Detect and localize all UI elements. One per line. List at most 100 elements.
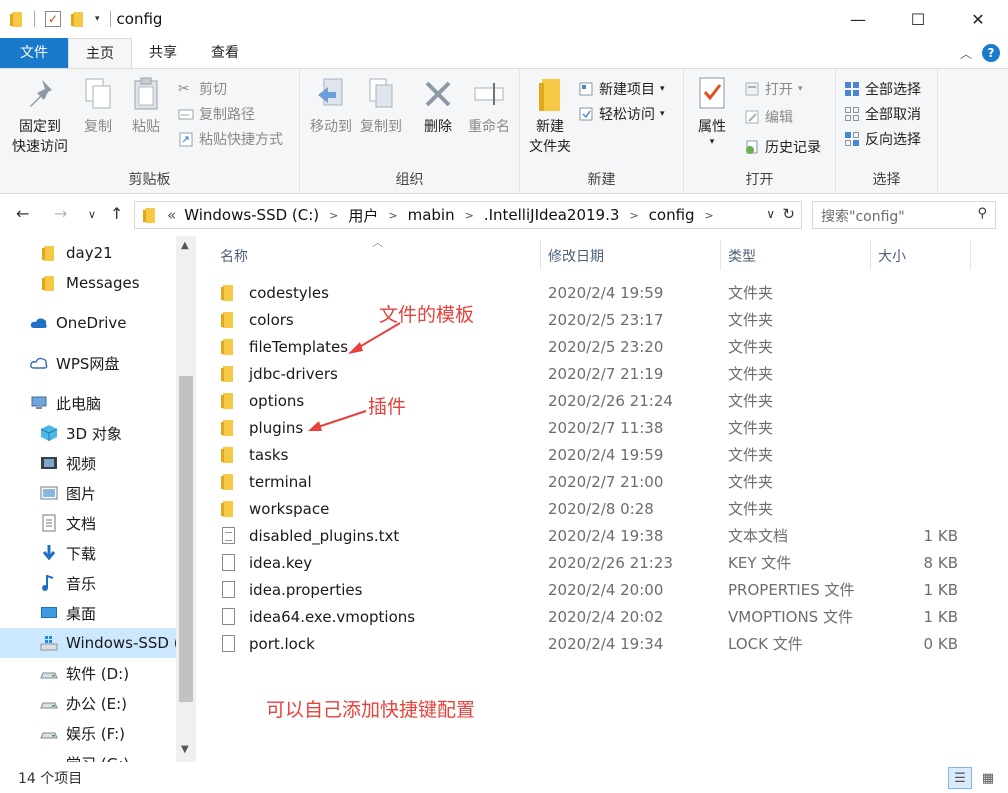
new-item-button[interactable]: 新建项目 ▾ — [578, 77, 665, 101]
sidebar-item[interactable]: 软件 (D:) — [0, 658, 176, 688]
file-row[interactable]: idea.key 2020/2/26 21:23 KEY 文件 8 KB — [220, 549, 980, 576]
sidebar-scrollbar[interactable]: ▲ ▼ — [176, 236, 196, 762]
new-folder-button[interactable]: 新建 文件夹 — [524, 75, 576, 157]
file-row[interactable]: idea64.exe.vmoptions 2020/2/4 20:02 VMOPTI… — [220, 603, 980, 630]
file-row[interactable]: idea.properties 2020/2/4 20:00 PROPERTIES … — [220, 576, 980, 603]
address-bar[interactable]: « Windows-SSD (C:) > 用户 > mabin > .Intel… — [134, 201, 802, 229]
breadcrumb-users[interactable]: 用户 — [348, 205, 378, 226]
edit-button[interactable]: 编辑 — [744, 105, 793, 129]
refresh-icon[interactable]: ↻ — [782, 205, 795, 223]
new-item-dropdown-icon: ▾ — [660, 84, 665, 94]
file-row[interactable]: jdbc-drivers 2020/2/7 21:19 文件夹 — [220, 360, 980, 387]
breadcrumb-config[interactable]: config — [649, 206, 695, 224]
sidebar-item[interactable]: 音乐 — [0, 568, 176, 598]
recent-locations-chevron-icon[interactable]: ∨ — [88, 208, 96, 221]
sidebar-item[interactable]: day21 — [0, 238, 176, 268]
sidebar-item[interactable]: 图片 — [0, 478, 176, 508]
easy-access-button[interactable]: 轻松访问 ▾ — [578, 102, 665, 126]
back-arrow-icon[interactable]: ← — [16, 204, 29, 223]
copy-to-button[interactable]: 复制到 — [356, 75, 406, 137]
sidebar-item[interactable]: 学习 (G:) — [0, 748, 176, 763]
column-header-date[interactable]: 修改日期 — [548, 236, 718, 276]
forward-arrow-icon[interactable]: → — [54, 204, 67, 223]
scrollbar-thumb[interactable] — [179, 376, 193, 702]
paste-button[interactable]: 粘贴 — [126, 75, 166, 137]
file-row[interactable]: colors 2020/2/5 23:17 文件夹 — [220, 306, 980, 333]
file-row[interactable]: codestyles 2020/2/4 19:59 文件夹 — [220, 279, 980, 306]
file-row[interactable]: workspace 2020/2/8 0:28 文件夹 — [220, 495, 980, 522]
history-button[interactable]: 历史记录 — [744, 135, 821, 159]
breadcrumb-idea[interactable]: .IntelliJIdea2019.3 — [484, 206, 620, 224]
pin-quick-access-button[interactable]: 固定到 快速访问 — [8, 75, 72, 157]
column-header-name[interactable]: 名称 — [220, 236, 540, 276]
column-divider[interactable] — [870, 240, 871, 270]
breadcrumb-drive[interactable]: Windows-SSD (C:) — [184, 206, 319, 224]
file-row[interactable]: terminal 2020/2/7 21:00 文件夹 — [220, 468, 980, 495]
address-dropdown-chevron-icon[interactable]: ∨ — [766, 207, 775, 221]
scroll-up-arrow-icon[interactable]: ▲ — [181, 240, 189, 251]
help-icon[interactable]: ? — [982, 44, 1000, 62]
sidebar-item[interactable]: OneDrive — [0, 308, 176, 338]
toolbar-separator — [109, 11, 111, 27]
breadcrumb-separator-icon[interactable]: > — [465, 209, 474, 222]
sidebar-item[interactable]: 桌面 — [0, 598, 176, 628]
column-header-size[interactable]: 大小 — [878, 236, 968, 276]
sidebar-item[interactable]: Messages — [0, 268, 176, 298]
details-view-icon[interactable]: ☰ — [948, 767, 972, 789]
move-to-button[interactable]: 移动到 — [306, 75, 356, 137]
large-icons-view-icon[interactable]: ▦ — [976, 767, 1000, 789]
column-divider[interactable] — [970, 240, 971, 270]
sidebar-item[interactable]: 办公 (E:) — [0, 688, 176, 718]
column-divider[interactable] — [720, 240, 721, 270]
properties-check-icon[interactable]: ✓ — [45, 11, 61, 27]
breadcrumb-separator-icon[interactable]: > — [705, 209, 714, 222]
sidebar-item[interactable]: 3D 对象 — [0, 418, 176, 448]
breadcrumb-user[interactable]: mabin — [408, 206, 455, 224]
breadcrumb-overflow[interactable]: « — [167, 206, 176, 224]
sidebar-item[interactable]: 娱乐 (F:) — [0, 718, 176, 748]
column-divider[interactable] — [540, 240, 541, 270]
delete-button[interactable]: 删除 — [418, 75, 458, 137]
customize-toolbar-chevron-icon[interactable]: ▾ — [95, 14, 100, 24]
sidebar-item[interactable]: 此电脑 — [0, 388, 176, 418]
copy-button[interactable]: 复制 — [78, 75, 118, 137]
sidebar-item[interactable]: 视频 — [0, 448, 176, 478]
drive-icon — [40, 664, 58, 682]
column-header-type[interactable]: 类型 — [728, 236, 868, 276]
close-button[interactable]: ✕ — [948, 0, 1008, 38]
cut-button[interactable]: ✂ 剪切 — [178, 77, 227, 101]
sidebar-item[interactable]: 下载 — [0, 538, 176, 568]
sidebar-item[interactable]: Windows-SSD (C:) — [0, 628, 176, 658]
scroll-down-arrow-icon[interactable]: ▼ — [181, 744, 189, 755]
file-row[interactable]: disabled_plugins.txt 2020/2/4 19:38 文本文档 1 … — [220, 522, 980, 549]
file-row[interactable]: tasks 2020/2/4 19:59 文件夹 — [220, 441, 980, 468]
file-row[interactable]: fileTemplates 2020/2/5 23:20 文件夹 — [220, 333, 980, 360]
open-button[interactable]: 打开 ▾ — [744, 77, 803, 101]
tab-file[interactable]: 文件 — [0, 38, 68, 68]
file-row[interactable]: port.lock 2020/2/4 19:34 LOCK 文件 0 KB — [220, 630, 980, 657]
select-all-button[interactable]: 全部选择 — [844, 77, 921, 101]
up-arrow-icon[interactable]: ↑ — [110, 204, 123, 223]
breadcrumb-separator-icon[interactable]: > — [629, 209, 638, 222]
search-input[interactable]: 搜索"config" ⚲ — [812, 201, 996, 229]
maximize-button[interactable]: ☐ — [888, 0, 948, 38]
paste-shortcut-button[interactable]: 粘贴快捷方式 — [178, 127, 283, 151]
new-folder-label-1: 新建 — [536, 119, 564, 135]
search-icon[interactable]: ⚲ — [977, 206, 987, 221]
tab-view[interactable]: 查看 — [194, 38, 256, 68]
sidebar-item[interactable]: WPS网盘 — [0, 348, 176, 378]
new-folder-quick-icon[interactable] — [71, 11, 85, 27]
breadcrumb-separator-icon[interactable]: > — [329, 209, 338, 222]
tab-home[interactable]: 主页 — [68, 38, 132, 68]
breadcrumb-separator-icon[interactable]: > — [388, 209, 397, 222]
sidebar-item[interactable]: 文档 — [0, 508, 176, 538]
rename-button[interactable]: 重命名 — [464, 75, 514, 137]
minimize-button[interactable]: — — [828, 0, 888, 38]
collapse-ribbon-chevron-icon[interactable]: ︿ — [960, 45, 972, 62]
file-size: 8 KB — [923, 553, 958, 572]
copy-path-button[interactable]: 复制路径 — [178, 102, 255, 126]
select-none-button[interactable]: 全部取消 — [844, 102, 921, 126]
properties-button[interactable]: 属性 ▾ — [690, 75, 734, 147]
tab-share[interactable]: 共享 — [132, 38, 194, 68]
invert-selection-button[interactable]: 反向选择 — [844, 127, 921, 151]
